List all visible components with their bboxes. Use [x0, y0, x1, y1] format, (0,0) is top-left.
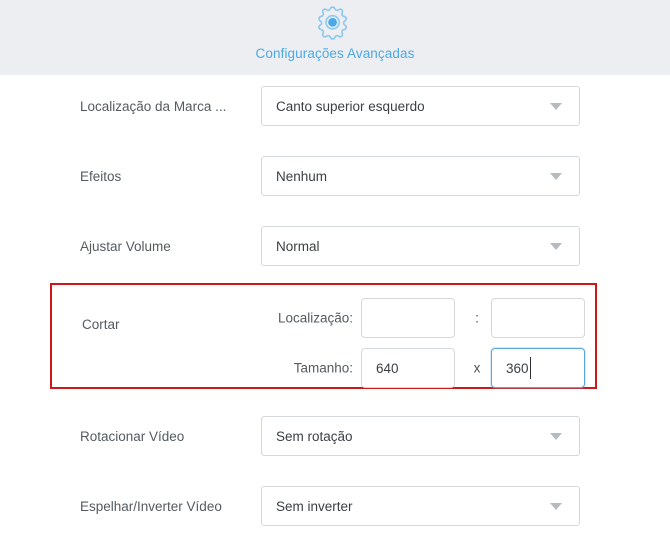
setting-row-flip: Espelhar/Inverter Vídeo Sem inverter — [0, 486, 670, 526]
watermark-location-select[interactable]: Canto superior esquerdo — [261, 86, 580, 126]
select-value: Sem inverter — [276, 498, 353, 514]
setting-row-volume: Ajustar Volume Normal — [0, 226, 670, 266]
crop-size-separator: x — [473, 360, 481, 376]
gear-icon — [314, 3, 356, 45]
row-label: Efeitos — [80, 168, 122, 184]
crop-location-row: Localização: : — [52, 298, 599, 338]
row-label: Localização da Marca ... — [80, 98, 227, 114]
flip-video-select[interactable]: Sem inverter — [261, 486, 580, 526]
chevron-down-icon — [550, 433, 562, 440]
effects-select[interactable]: Nenhum — [261, 156, 580, 196]
advanced-settings-panel: Configurações Avançadas Localização da M… — [0, 0, 670, 534]
settings-form: Localização da Marca ... Canto superior … — [0, 75, 670, 534]
select-value: Normal — [276, 238, 320, 254]
row-label: Ajustar Volume — [80, 238, 171, 254]
setting-row-effects: Efeitos Nenhum — [0, 156, 670, 196]
crop-location-x-input[interactable] — [361, 298, 455, 338]
chevron-down-icon — [550, 243, 562, 250]
page-title: Configurações Avançadas — [255, 46, 415, 61]
crop-settings-group: Cortar Localização: : Tamanho: x — [50, 283, 597, 389]
row-label: Rotacionar Vídeo — [80, 428, 185, 444]
rotate-video-select[interactable]: Sem rotação — [261, 416, 580, 456]
chevron-down-icon — [550, 503, 562, 510]
panel-header: Configurações Avançadas — [0, 0, 670, 75]
row-label: Espelhar/Inverter Vídeo — [80, 498, 222, 514]
setting-row-watermark-location: Localização da Marca ... Canto superior … — [0, 86, 670, 126]
chevron-down-icon — [550, 173, 562, 180]
crop-location-separator: : — [475, 310, 479, 326]
text-cursor — [530, 357, 531, 379]
crop-location-y-input[interactable] — [491, 298, 585, 338]
select-value: Canto superior esquerdo — [276, 98, 425, 114]
crop-width-input[interactable] — [361, 348, 455, 388]
select-value: Sem rotação — [276, 428, 353, 444]
crop-height-input[interactable] — [491, 348, 585, 388]
chevron-down-icon — [550, 103, 562, 110]
setting-row-rotate: Rotacionar Vídeo Sem rotação — [0, 416, 670, 456]
crop-size-label: Tamanho: — [293, 360, 353, 376]
select-value: Nenhum — [276, 168, 328, 184]
crop-size-row: Tamanho: x — [52, 348, 599, 388]
crop-location-label: Localização: — [277, 310, 353, 326]
volume-select[interactable]: Normal — [261, 226, 580, 266]
